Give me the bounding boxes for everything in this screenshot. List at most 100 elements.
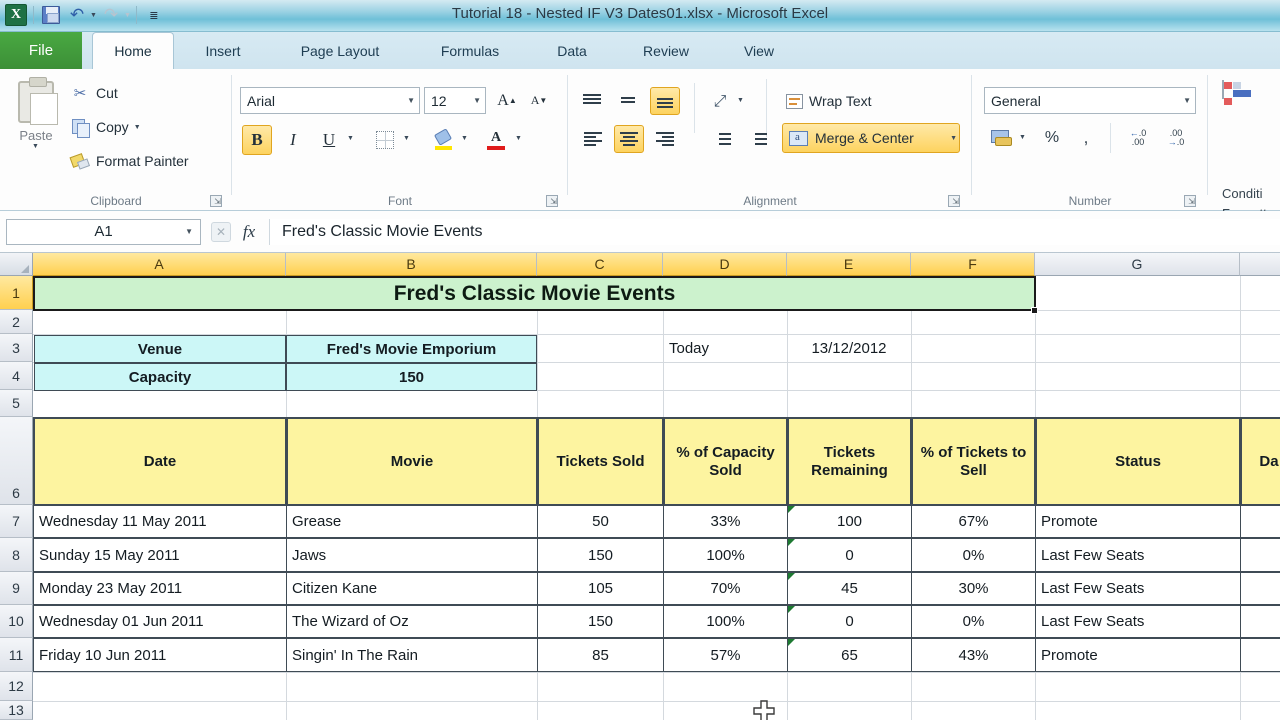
cell-a6-header-date[interactable]: Date [33,417,287,506]
cell-b6-header-movie[interactable]: Movie [286,417,538,506]
cell-movie-row-8[interactable]: Jaws [286,538,538,572]
cell-a3-venue-label[interactable]: Venue [34,335,286,363]
column-header-f[interactable]: F [911,253,1035,276]
borders-dropdown-caret-icon[interactable]: ▼ [403,135,410,142]
cell-movie-row-10[interactable]: The Wizard of Oz [286,605,538,638]
row-header-9[interactable]: 9 [0,572,33,605]
accounting-dropdown-caret-icon[interactable]: ▼ [1019,134,1026,141]
cell-status-row-7[interactable]: Promote [1035,505,1241,538]
chevron-down-icon[interactable]: ▼ [1183,96,1191,105]
percent-style-button[interactable]: % [1038,125,1066,151]
grow-font-button[interactable]: A▲ [494,88,520,113]
tab-home[interactable]: Home [92,32,174,69]
borders-button[interactable] [372,127,398,153]
cell-pct_sold-row-8[interactable]: 100% [663,538,788,572]
cell-date-row-9[interactable]: Monday 23 May 2011 [33,572,287,605]
cell-pct_to_sell-row-11[interactable]: 43% [911,638,1036,672]
cell-date-row-8[interactable]: Sunday 15 May 2011 [33,538,287,572]
alignment-dialog-launcher[interactable]: ⇲ [948,195,960,207]
align-bottom-button[interactable] [650,87,680,115]
row-header-8[interactable]: 8 [0,538,33,572]
cell-remaining-row-8[interactable]: 0 [787,538,912,572]
cell-blank-row-11[interactable] [1240,638,1280,672]
tab-file[interactable]: File [0,32,82,69]
cell-a4-capacity-label[interactable]: Capacity [34,363,286,391]
column-header-d[interactable]: D [663,253,787,276]
cell-pct_sold-row-9[interactable]: 70% [663,572,788,605]
cell-date-row-7[interactable]: Wednesday 11 May 2011 [33,505,287,538]
cell-c6-header-tickets-sold[interactable]: Tickets Sold [537,417,664,506]
tab-view[interactable]: View [718,32,800,69]
font-color-dropdown-caret-icon[interactable]: ▼ [515,135,522,142]
row-header-3[interactable]: 3 [0,334,33,362]
cell-movie-row-11[interactable]: Singin' In The Rain [286,638,538,672]
cell-blank-row-8[interactable] [1240,538,1280,572]
italic-button[interactable]: I [278,125,308,155]
align-middle-button[interactable] [614,89,642,113]
row-header-12[interactable]: 12 [0,672,33,701]
cell-remaining-row-7[interactable]: 100 [787,505,912,538]
chevron-down-icon[interactable]: ▼ [473,96,481,105]
tab-insert[interactable]: Insert [182,32,264,69]
row-header-6[interactable]: 6 [0,417,33,505]
column-header-b[interactable]: B [286,253,537,276]
name-box-chevron-down-icon[interactable]: ▼ [185,227,193,236]
cell-b3-venue-value[interactable]: Fred's Movie Emporium [286,335,537,363]
cell-d3-today-label[interactable]: Today [664,335,786,362]
fill-color-button[interactable] [430,126,458,154]
cell-remaining-row-10[interactable]: 0 [787,605,912,638]
align-center-button[interactable] [614,125,644,153]
name-box[interactable]: A1 ▼ [6,219,201,245]
cell-h6-header-days-partial[interactable]: Da [1240,417,1280,506]
increase-decimal-button[interactable]: ←.0.00 [1122,125,1154,151]
row-header-2[interactable]: 2 [0,310,33,334]
font-size-combo[interactable]: 12 ▼ [424,87,486,114]
clipboard-dialog-launcher[interactable]: ⇲ [210,195,222,207]
align-top-button[interactable] [578,89,606,113]
align-right-button[interactable] [650,125,680,153]
column-header-h[interactable] [1240,253,1280,276]
copy-button[interactable]: Copy ▼ [70,117,141,137]
cell-d6-header-pct-capacity-sold[interactable]: % of Capacity Sold [663,417,788,506]
tab-page-layout[interactable]: Page Layout [270,32,410,69]
font-name-combo[interactable]: Arial ▼ [240,87,420,114]
cell-pct_to_sell-row-9[interactable]: 30% [911,572,1036,605]
align-left-button[interactable] [578,125,608,153]
cell-pct_to_sell-row-8[interactable]: 0% [911,538,1036,572]
cell-date-row-10[interactable]: Wednesday 01 Jun 2011 [33,605,287,638]
paste-dropdown-caret-icon[interactable]: ▼ [32,143,39,150]
row-header-10[interactable]: 10 [0,605,33,638]
tab-data[interactable]: Data [530,32,614,69]
row-header-11[interactable]: 11 [0,638,33,672]
cell-sold-row-8[interactable]: 150 [537,538,664,572]
cell-e6-header-tickets-remaining[interactable]: Tickets Remaining [787,417,912,506]
chevron-down-icon[interactable]: ▼ [407,96,415,105]
decrease-decimal-button[interactable]: .00→.0 [1160,125,1192,151]
cell-sold-row-9[interactable]: 105 [537,572,664,605]
shrink-font-button[interactable]: A▼ [526,88,552,113]
merge-and-center-button[interactable]: Merge & Center ▼ [782,123,960,153]
increase-indent-button[interactable] [742,125,772,153]
font-dialog-launcher[interactable]: ⇲ [546,195,558,207]
row-header-1[interactable]: 1 [0,276,33,310]
row-header-13[interactable]: 13 [0,701,33,720]
format-painter-button[interactable]: Format Painter [70,151,189,171]
decrease-indent-button[interactable] [706,125,736,153]
cell-sold-row-11[interactable]: 85 [537,638,664,672]
cell-g6-header-status[interactable]: Status [1035,417,1241,506]
column-header-g[interactable]: G [1035,253,1240,276]
cell-sold-row-7[interactable]: 50 [537,505,664,538]
comma-style-button[interactable]: , [1072,125,1100,151]
cell-remaining-row-11[interactable]: 65 [787,638,912,672]
cell-b4-capacity-value[interactable]: 150 [286,363,537,391]
cell-pct_sold-row-11[interactable]: 57% [663,638,788,672]
orientation-dropdown-caret-icon[interactable]: ▼ [737,97,744,104]
select-all-corner-button[interactable] [0,253,33,276]
column-header-e[interactable]: E [787,253,911,276]
cell-e3-today-value[interactable]: 13/12/2012 [788,335,910,362]
cell-blank-row-9[interactable] [1240,572,1280,605]
cell-sold-row-10[interactable]: 150 [537,605,664,638]
cell-status-row-11[interactable]: Promote [1035,638,1241,672]
cell-status-row-8[interactable]: Last Few Seats [1035,538,1241,572]
cell-movie-row-9[interactable]: Citizen Kane [286,572,538,605]
